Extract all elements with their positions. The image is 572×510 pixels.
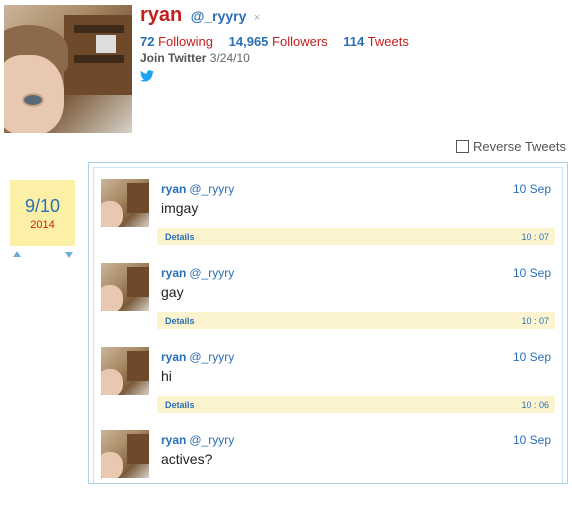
tweet-author-handle[interactable]: @_ryyry — [189, 433, 234, 447]
profile-stats: 72 Following 14,965 Followers 114 Tweets — [140, 34, 421, 49]
tweet-avatar[interactable] — [101, 179, 149, 227]
tweets-count[interactable]: 114 — [343, 34, 364, 49]
tweet-details-bar: Details 10 : 07 — [157, 228, 555, 245]
tweet-details-bar: Details 10 : 06 — [157, 396, 555, 413]
join-info: Join Twitter 3/24/10 — [140, 51, 250, 65]
tweet-author-handle[interactable]: @_ryyry — [189, 350, 234, 364]
arrow-down-icon[interactable] — [65, 252, 73, 258]
arrow-up-icon[interactable] — [13, 251, 21, 257]
tweet-date[interactable]: 10 Sep — [513, 350, 551, 364]
tweet-text: hi — [161, 368, 172, 384]
tweet-author-handle[interactable]: @_ryyry — [189, 182, 234, 196]
profile-avatar[interactable] — [4, 5, 132, 133]
date-indicator[interactable]: 9/10 2014 — [10, 180, 75, 246]
tweet-author-name[interactable]: ryan — [161, 350, 186, 364]
date-month-day: 9/10 — [24, 196, 61, 216]
tweet-details-link[interactable]: Details — [165, 232, 195, 242]
join-date: 3/24/10 — [209, 51, 250, 65]
profile-handle[interactable]: @_ryyry — [191, 8, 247, 24]
tweet-text: imgay — [161, 200, 199, 216]
date-year: 2014 — [30, 219, 55, 231]
tweet-date[interactable]: 10 Sep — [513, 182, 551, 196]
tweet-item[interactable]: ryan @_ryyry 10 Sep imgay Details 10 : 07 — [97, 179, 555, 259]
tweets-label[interactable]: Tweets — [368, 34, 409, 49]
followers-label[interactable]: Followers — [272, 34, 328, 49]
tweet-author-name[interactable]: ryan — [161, 182, 186, 196]
reverse-tweets-toggle[interactable]: Reverse Tweets — [456, 139, 566, 154]
tweet-time: 10 : 07 — [521, 232, 549, 242]
tweet-author[interactable]: ryan @_ryyry — [161, 182, 234, 196]
reverse-tweets-checkbox[interactable] — [456, 140, 470, 153]
tweet-date[interactable]: 10 Sep — [513, 433, 551, 447]
tweet-timeline: ryan @_ryyry 10 Sep imgay Details 10 : 07… — [88, 162, 568, 484]
tweet-author-handle[interactable]: @_ryyry — [189, 266, 234, 280]
tweet-item[interactable]: ryan @_ryyry 10 Sep hi Details 10 : 06 — [97, 347, 555, 427]
twitter-bird-icon[interactable] — [140, 70, 154, 82]
tweet-text: actives? — [161, 451, 213, 467]
tweet-time: 10 : 06 — [521, 400, 549, 410]
tweet-author[interactable]: ryan @_ryyry — [161, 433, 234, 447]
join-label: Join Twitter — [140, 51, 207, 65]
close-icon[interactable]: × — [254, 12, 260, 24]
tweet-time: 10 : 07 — [521, 316, 549, 326]
tweet-author-name[interactable]: ryan — [161, 266, 186, 280]
tweet-item[interactable]: ryan @_ryyry 10 Sep gay Details 10 : 07 — [97, 263, 555, 343]
followers-count[interactable]: 14,965 — [229, 34, 269, 49]
tweet-details-link[interactable]: Details — [165, 316, 195, 326]
following-count[interactable]: 72 — [140, 34, 154, 49]
following-label[interactable]: Following — [158, 34, 213, 49]
tweet-details-link[interactable]: Details — [165, 400, 195, 410]
tweet-date[interactable]: 10 Sep — [513, 266, 551, 280]
tweet-details-bar: Details 10 : 07 — [157, 312, 555, 329]
reverse-tweets-label[interactable]: Reverse Tweets — [473, 139, 566, 154]
tweet-avatar[interactable] — [101, 430, 149, 478]
tweet-author-name[interactable]: ryan — [161, 433, 186, 447]
tweet-text: gay — [161, 284, 184, 300]
tweet-item[interactable]: ryan @_ryyry 10 Sep actives? — [97, 430, 555, 510]
tweet-avatar[interactable] — [101, 263, 149, 311]
profile-name[interactable]: ryan — [140, 4, 182, 26]
tweet-avatar[interactable] — [101, 347, 149, 395]
profile-header: ryan @_ryyry × — [140, 4, 260, 27]
tweet-author[interactable]: ryan @_ryyry — [161, 266, 234, 280]
tweet-author[interactable]: ryan @_ryyry — [161, 350, 234, 364]
